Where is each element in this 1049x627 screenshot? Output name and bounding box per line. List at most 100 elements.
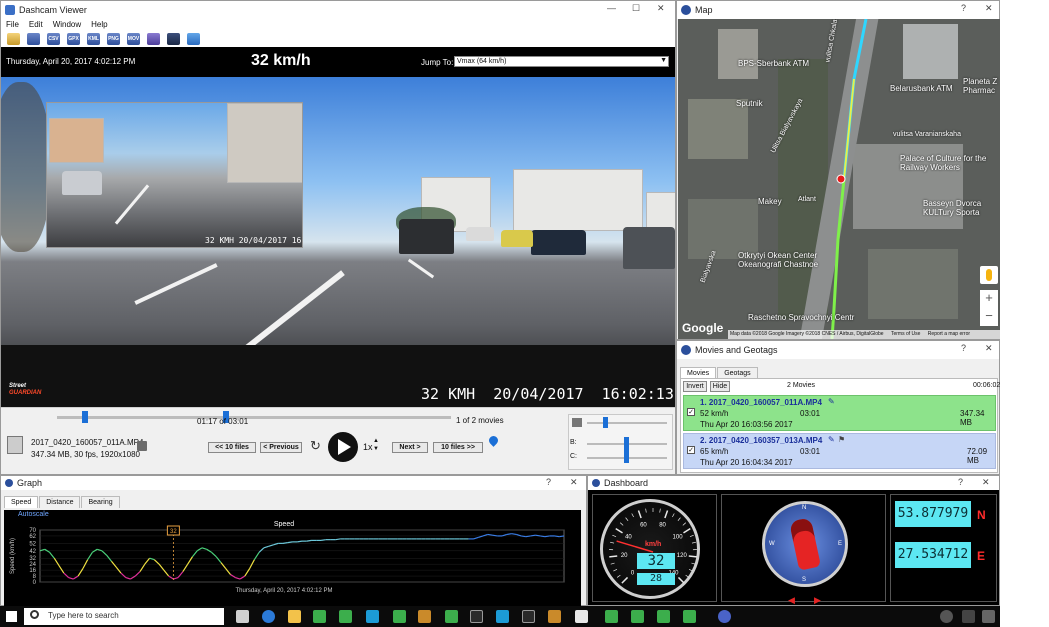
movie-row-2[interactable]: ✓ 2. 2017_0420_160357_013A.MP4 ✎ ⚑ 65 km… <box>683 433 996 469</box>
app-icon-9[interactable] <box>522 610 535 623</box>
volume-handle[interactable] <box>603 417 608 428</box>
dashboard-help-icon[interactable]: ? <box>958 477 963 487</box>
graph-app-icon <box>5 479 13 487</box>
app-icon-14[interactable] <box>683 610 696 623</box>
dashboard-app-icon <box>592 479 600 487</box>
movie-row-1[interactable]: ✓ 1. 2017_0420_160057_011A.MP4 ✎ 52 km/h… <box>683 395 996 431</box>
app-icon-7[interactable] <box>470 610 483 623</box>
open-folder-icon[interactable] <box>7 33 20 45</box>
edge-browser-icon[interactable] <box>262 610 275 623</box>
graph-titlebar[interactable]: Graph ? ✕ <box>1 476 586 490</box>
export-gpx-icon[interactable]: GPX <box>67 33 80 45</box>
rear-camera-pip[interactable]: 32 KMH 20/04/2017 16 <box>46 102 303 248</box>
map-terms-link[interactable]: Terms of Use <box>885 331 920 337</box>
close-icon[interactable]: ✕ <box>657 3 665 14</box>
people-icon[interactable] <box>940 610 953 623</box>
next-button[interactable]: Next > <box>392 442 428 453</box>
mail-icon[interactable] <box>575 610 588 623</box>
volume-icon[interactable] <box>572 418 582 427</box>
progress-track[interactable] <box>57 416 451 419</box>
volume-slider[interactable] <box>587 422 667 424</box>
app-icon-12[interactable] <box>631 610 644 623</box>
previous-button[interactable]: < Previous <box>260 442 302 453</box>
movies-help-icon[interactable]: ? <box>961 343 966 353</box>
file-explorer-icon[interactable] <box>288 610 301 623</box>
zoom-out-button[interactable]: − <box>980 308 998 326</box>
maximize-icon[interactable]: ☐ <box>632 3 640 14</box>
menu-edit[interactable]: Edit <box>24 19 48 31</box>
bc-handle[interactable] <box>624 437 629 463</box>
export-mov-icon[interactable]: MOV <box>127 33 140 45</box>
zoom-in-button[interactable]: + <box>980 290 998 308</box>
settings-gear-icon[interactable] <box>227 33 240 45</box>
dashboard-close-icon[interactable]: ✕ <box>982 477 990 488</box>
speed-chart[interactable]: 0816243242526270 32SpeedThursday, April 2… <box>4 510 581 606</box>
menu-file[interactable]: File <box>1 19 24 31</box>
app-icon-6[interactable] <box>445 610 458 623</box>
map-attribution-bar: Map data ©2018 Google Imagery ©2018 CNES… <box>728 330 1000 339</box>
next-10-files-button[interactable]: 10 files >> <box>433 442 483 453</box>
replay-icon[interactable]: ↻ <box>310 438 321 454</box>
movies-titlebar[interactable]: Movies and Geotags ? ✕ <box>677 341 999 359</box>
map-report-link[interactable]: Report a map error <box>922 331 970 337</box>
map-help-icon[interactable]: ? <box>961 3 966 13</box>
street-view-pegman-icon[interactable] <box>980 266 998 284</box>
hide-button[interactable]: Hide <box>710 381 730 392</box>
tab-speed[interactable]: Speed <box>4 496 39 508</box>
arrow-right-icon[interactable]: ▶ <box>814 595 821 606</box>
movie-row-2-checkbox[interactable]: ✓ <box>687 446 695 454</box>
windows-start-icon[interactable] <box>6 611 17 622</box>
play-button[interactable] <box>328 432 358 462</box>
tray-chevron-icon[interactable] <box>962 610 975 623</box>
satellite-map[interactable]: BPS-Sberbank ATM Belarusbank ATM Planeta… <box>678 19 1000 339</box>
movies-close-icon[interactable]: ✕ <box>985 343 993 354</box>
invert-button[interactable]: Invert <box>683 381 707 392</box>
map-titlebar[interactable]: Map ? ✕ <box>677 1 999 19</box>
gauge-label-0: 0 <box>631 571 635 577</box>
save-icon[interactable] <box>27 33 40 45</box>
graph-help-icon[interactable]: ? <box>546 477 551 487</box>
dashcam-titlebar[interactable]: Dashcam Viewer — ☐ ✕ <box>1 1 675 19</box>
export-csv-icon[interactable]: CSV <box>47 33 60 45</box>
movie-row-2-edit-icon[interactable]: ✎ <box>828 435 835 444</box>
dashboard-titlebar[interactable]: Dashboard ? ✕ <box>588 476 999 490</box>
task-view-icon[interactable] <box>236 610 249 623</box>
minimize-icon[interactable]: — <box>607 3 616 13</box>
app-icon-11[interactable] <box>605 610 618 623</box>
app-icon-1[interactable] <box>313 610 326 623</box>
menu-window[interactable]: Window <box>48 19 86 31</box>
arrow-left-icon[interactable]: ◀ <box>788 595 795 606</box>
app-icon-13[interactable] <box>657 610 670 623</box>
app-icon-8[interactable] <box>496 610 509 623</box>
tab-distance[interactable]: Distance <box>39 496 81 508</box>
export-png-icon[interactable]: PNG <box>107 33 120 45</box>
app-icon-2[interactable] <box>339 610 352 623</box>
prev-10-files-button[interactable]: << 10 files <box>208 442 256 453</box>
graph-close-icon[interactable]: ✕ <box>570 477 578 488</box>
fullscreen-icon[interactable] <box>207 33 220 45</box>
tab-bearing[interactable]: Bearing <box>81 496 120 508</box>
info-icon[interactable] <box>147 33 160 45</box>
movie-row-1-edit-icon[interactable]: ✎ <box>828 397 835 406</box>
terminal-icon[interactable] <box>167 33 180 45</box>
taskbar-search-box[interactable]: Type here to search <box>24 608 224 625</box>
jump-to-select[interactable]: Vmax (64 km/h) ▼ <box>454 56 669 67</box>
app-icon-3[interactable] <box>366 610 379 623</box>
save-file-icon[interactable] <box>137 441 147 451</box>
app-icon-10[interactable] <box>548 610 561 623</box>
gauge-tick-27 <box>685 574 690 578</box>
location-pin-icon[interactable] <box>487 434 500 447</box>
map-label-atlant: Atlant <box>798 196 816 203</box>
coordinates-panel: 53.877979 N 27.534712 E <box>890 494 997 602</box>
map-close-icon[interactable]: ✕ <box>985 3 993 14</box>
app-icon-4[interactable] <box>393 610 406 623</box>
app-icon-5[interactable] <box>418 610 431 623</box>
menu-help[interactable]: Help <box>86 19 112 31</box>
rate-stepper-icon[interactable]: ▲ ▼ <box>373 437 379 453</box>
video-frame[interactable]: 32 KMH 20/04/2017 16 32 KMH 20/04/2017 1… <box>1 77 675 407</box>
network-icon[interactable] <box>982 610 995 623</box>
export-kml-icon[interactable]: KML <box>87 33 100 45</box>
movie-row-1-checkbox[interactable]: ✓ <box>687 408 695 416</box>
photo-icon[interactable] <box>187 33 200 45</box>
app-icon-15[interactable] <box>718 610 731 623</box>
